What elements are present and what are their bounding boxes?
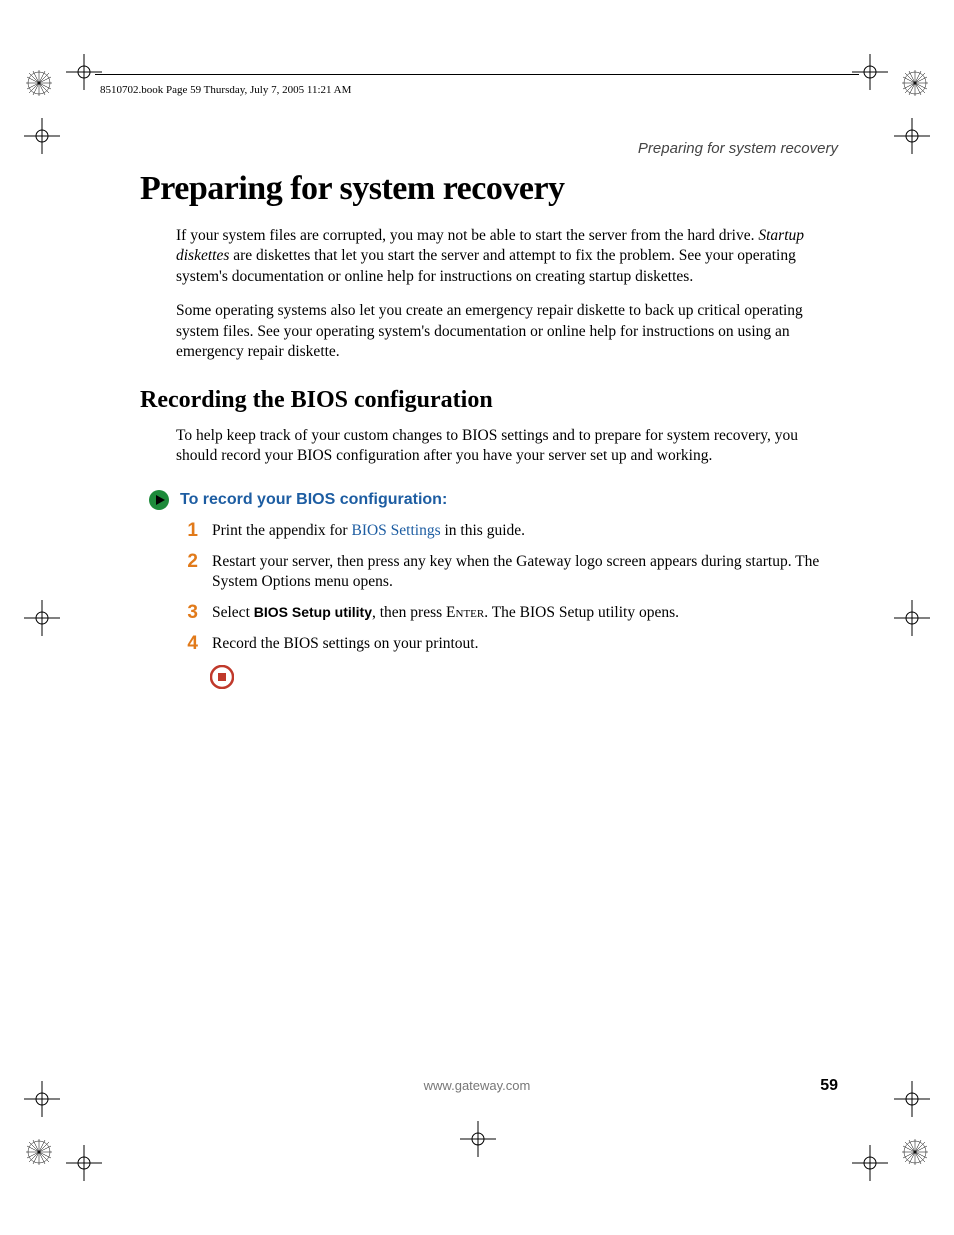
bios-settings-link[interactable]: BIOS Settings (351, 522, 440, 539)
step-1: 1 Print the appendix for BIOS Settings i… (182, 521, 838, 542)
step-text: Restart your server, then press any key … (212, 552, 838, 594)
registration-sunburst-icon (902, 70, 928, 96)
step-2: 2 Restart your server, then press any ke… (182, 552, 838, 594)
crop-mark-icon (66, 1145, 102, 1181)
crop-mark-icon (894, 600, 930, 636)
crop-mark-icon (894, 118, 930, 154)
header-rule (95, 74, 859, 75)
step-4: 4 Record the BIOS settings on your print… (182, 634, 838, 655)
intro-paragraph-1: If your system files are corrupted, you … (176, 226, 838, 287)
page-number: 59 (820, 1077, 838, 1095)
step-number: 1 (182, 521, 198, 542)
step-text: Select BIOS Setup utility, then press En… (212, 603, 838, 624)
play-icon (148, 489, 170, 511)
crop-mark-icon (460, 1121, 496, 1157)
step-text: Record the BIOS settings on your printou… (212, 634, 838, 655)
crop-mark-icon (24, 600, 60, 636)
registration-sunburst-icon (902, 1139, 928, 1165)
running-head: Preparing for system recovery (638, 140, 838, 157)
crop-mark-icon (24, 118, 60, 154)
section-subtitle: Recording the BIOS configuration (140, 387, 838, 414)
procedure-steps: 1 Print the appendix for BIOS Settings i… (182, 521, 838, 656)
registration-sunburst-icon (26, 70, 52, 96)
step-text: Print the appendix for BIOS Settings in … (212, 521, 838, 542)
footer-url: www.gateway.com (0, 1078, 954, 1093)
page-title: Preparing for system recovery (140, 170, 838, 208)
crop-mark-icon (852, 54, 888, 90)
crop-mark-icon (852, 1145, 888, 1181)
book-header-info: 8510702.book Page 59 Thursday, July 7, 2… (100, 84, 351, 96)
step-3: 3 Select BIOS Setup utility, then press … (182, 603, 838, 624)
stop-icon (210, 665, 234, 689)
step-number: 2 (182, 552, 198, 573)
registration-sunburst-icon (26, 1139, 52, 1165)
step-number: 3 (182, 603, 198, 624)
intro-paragraph-2: Some operating systems also let you crea… (176, 301, 838, 362)
section-paragraph: To help keep track of your custom change… (176, 426, 838, 467)
crop-mark-icon (66, 54, 102, 90)
procedure-heading: To record your BIOS configuration: (180, 491, 447, 509)
step-number: 4 (182, 634, 198, 655)
